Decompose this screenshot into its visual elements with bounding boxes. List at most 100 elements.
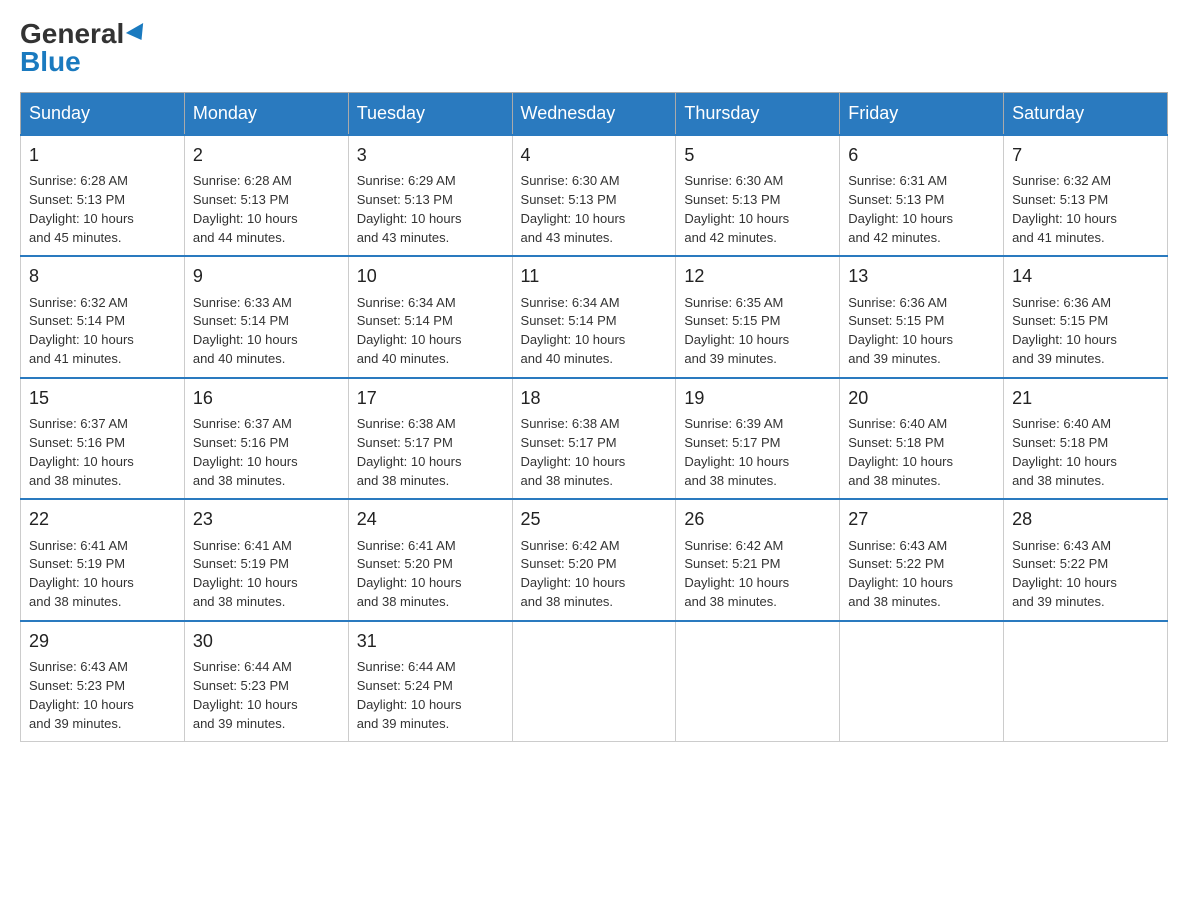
- week-row-5: 29 Sunrise: 6:43 AMSunset: 5:23 PMDaylig…: [21, 621, 1168, 742]
- day-number: 24: [357, 506, 504, 532]
- day-number: 28: [1012, 506, 1159, 532]
- day-number: 3: [357, 142, 504, 168]
- day-info: Sunrise: 6:39 AMSunset: 5:17 PMDaylight:…: [684, 416, 789, 488]
- day-number: 31: [357, 628, 504, 654]
- day-number: 1: [29, 142, 176, 168]
- calendar-cell: 31 Sunrise: 6:44 AMSunset: 5:24 PMDaylig…: [348, 621, 512, 742]
- calendar-cell: 1 Sunrise: 6:28 AMSunset: 5:13 PMDayligh…: [21, 135, 185, 256]
- day-info: Sunrise: 6:37 AMSunset: 5:16 PMDaylight:…: [29, 416, 134, 488]
- day-number: 6: [848, 142, 995, 168]
- calendar-cell: 4 Sunrise: 6:30 AMSunset: 5:13 PMDayligh…: [512, 135, 676, 256]
- day-info: Sunrise: 6:41 AMSunset: 5:19 PMDaylight:…: [193, 538, 298, 610]
- day-info: Sunrise: 6:31 AMSunset: 5:13 PMDaylight:…: [848, 173, 953, 245]
- logo-arrow-icon: [126, 23, 150, 45]
- day-number: 17: [357, 385, 504, 411]
- day-info: Sunrise: 6:38 AMSunset: 5:17 PMDaylight:…: [357, 416, 462, 488]
- calendar-cell: [1004, 621, 1168, 742]
- day-number: 25: [521, 506, 668, 532]
- calendar-cell: 29 Sunrise: 6:43 AMSunset: 5:23 PMDaylig…: [21, 621, 185, 742]
- day-number: 20: [848, 385, 995, 411]
- day-info: Sunrise: 6:43 AMSunset: 5:22 PMDaylight:…: [848, 538, 953, 610]
- day-number: 30: [193, 628, 340, 654]
- calendar-table: SundayMondayTuesdayWednesdayThursdayFrid…: [20, 92, 1168, 742]
- calendar-cell: 8 Sunrise: 6:32 AMSunset: 5:14 PMDayligh…: [21, 256, 185, 377]
- day-info: Sunrise: 6:40 AMSunset: 5:18 PMDaylight:…: [1012, 416, 1117, 488]
- calendar-cell: 30 Sunrise: 6:44 AMSunset: 5:23 PMDaylig…: [184, 621, 348, 742]
- calendar-cell: [840, 621, 1004, 742]
- week-row-2: 8 Sunrise: 6:32 AMSunset: 5:14 PMDayligh…: [21, 256, 1168, 377]
- header-friday: Friday: [840, 93, 1004, 136]
- calendar-cell: 14 Sunrise: 6:36 AMSunset: 5:15 PMDaylig…: [1004, 256, 1168, 377]
- day-info: Sunrise: 6:35 AMSunset: 5:15 PMDaylight:…: [684, 295, 789, 367]
- day-number: 21: [1012, 385, 1159, 411]
- header-saturday: Saturday: [1004, 93, 1168, 136]
- calendar-cell: 20 Sunrise: 6:40 AMSunset: 5:18 PMDaylig…: [840, 378, 1004, 499]
- day-number: 15: [29, 385, 176, 411]
- day-number: 26: [684, 506, 831, 532]
- day-info: Sunrise: 6:42 AMSunset: 5:20 PMDaylight:…: [521, 538, 626, 610]
- day-number: 29: [29, 628, 176, 654]
- week-row-4: 22 Sunrise: 6:41 AMSunset: 5:19 PMDaylig…: [21, 499, 1168, 620]
- calendar-cell: 21 Sunrise: 6:40 AMSunset: 5:18 PMDaylig…: [1004, 378, 1168, 499]
- calendar-cell: 7 Sunrise: 6:32 AMSunset: 5:13 PMDayligh…: [1004, 135, 1168, 256]
- day-number: 11: [521, 263, 668, 289]
- calendar-cell: [512, 621, 676, 742]
- calendar-cell: 6 Sunrise: 6:31 AMSunset: 5:13 PMDayligh…: [840, 135, 1004, 256]
- calendar-cell: 17 Sunrise: 6:38 AMSunset: 5:17 PMDaylig…: [348, 378, 512, 499]
- calendar-cell: 15 Sunrise: 6:37 AMSunset: 5:16 PMDaylig…: [21, 378, 185, 499]
- day-info: Sunrise: 6:41 AMSunset: 5:19 PMDaylight:…: [29, 538, 134, 610]
- day-number: 7: [1012, 142, 1159, 168]
- day-number: 27: [848, 506, 995, 532]
- day-number: 18: [521, 385, 668, 411]
- day-number: 16: [193, 385, 340, 411]
- day-info: Sunrise: 6:44 AMSunset: 5:24 PMDaylight:…: [357, 659, 462, 731]
- day-number: 13: [848, 263, 995, 289]
- day-info: Sunrise: 6:38 AMSunset: 5:17 PMDaylight:…: [521, 416, 626, 488]
- header-row: SundayMondayTuesdayWednesdayThursdayFrid…: [21, 93, 1168, 136]
- header-wednesday: Wednesday: [512, 93, 676, 136]
- calendar-cell: 13 Sunrise: 6:36 AMSunset: 5:15 PMDaylig…: [840, 256, 1004, 377]
- day-number: 14: [1012, 263, 1159, 289]
- calendar-cell: 19 Sunrise: 6:39 AMSunset: 5:17 PMDaylig…: [676, 378, 840, 499]
- day-info: Sunrise: 6:32 AMSunset: 5:14 PMDaylight:…: [29, 295, 134, 367]
- day-info: Sunrise: 6:33 AMSunset: 5:14 PMDaylight:…: [193, 295, 298, 367]
- logo-blue-text: Blue: [20, 48, 81, 76]
- calendar-cell: 9 Sunrise: 6:33 AMSunset: 5:14 PMDayligh…: [184, 256, 348, 377]
- logo: General Blue: [20, 20, 148, 76]
- calendar-cell: 16 Sunrise: 6:37 AMSunset: 5:16 PMDaylig…: [184, 378, 348, 499]
- calendar-cell: 12 Sunrise: 6:35 AMSunset: 5:15 PMDaylig…: [676, 256, 840, 377]
- day-number: 9: [193, 263, 340, 289]
- week-row-1: 1 Sunrise: 6:28 AMSunset: 5:13 PMDayligh…: [21, 135, 1168, 256]
- header-monday: Monday: [184, 93, 348, 136]
- day-info: Sunrise: 6:44 AMSunset: 5:23 PMDaylight:…: [193, 659, 298, 731]
- logo-general-text: General: [20, 20, 148, 48]
- day-number: 19: [684, 385, 831, 411]
- day-number: 10: [357, 263, 504, 289]
- week-row-3: 15 Sunrise: 6:37 AMSunset: 5:16 PMDaylig…: [21, 378, 1168, 499]
- day-number: 4: [521, 142, 668, 168]
- calendar-cell: 28 Sunrise: 6:43 AMSunset: 5:22 PMDaylig…: [1004, 499, 1168, 620]
- day-number: 22: [29, 506, 176, 532]
- calendar-cell: 3 Sunrise: 6:29 AMSunset: 5:13 PMDayligh…: [348, 135, 512, 256]
- day-info: Sunrise: 6:30 AMSunset: 5:13 PMDaylight:…: [684, 173, 789, 245]
- calendar-cell: 23 Sunrise: 6:41 AMSunset: 5:19 PMDaylig…: [184, 499, 348, 620]
- day-info: Sunrise: 6:34 AMSunset: 5:14 PMDaylight:…: [357, 295, 462, 367]
- day-info: Sunrise: 6:34 AMSunset: 5:14 PMDaylight:…: [521, 295, 626, 367]
- day-info: Sunrise: 6:36 AMSunset: 5:15 PMDaylight:…: [1012, 295, 1117, 367]
- calendar-cell: 10 Sunrise: 6:34 AMSunset: 5:14 PMDaylig…: [348, 256, 512, 377]
- calendar-cell: 25 Sunrise: 6:42 AMSunset: 5:20 PMDaylig…: [512, 499, 676, 620]
- calendar-cell: 5 Sunrise: 6:30 AMSunset: 5:13 PMDayligh…: [676, 135, 840, 256]
- day-info: Sunrise: 6:43 AMSunset: 5:22 PMDaylight:…: [1012, 538, 1117, 610]
- calendar-cell: 26 Sunrise: 6:42 AMSunset: 5:21 PMDaylig…: [676, 499, 840, 620]
- calendar-cell: 18 Sunrise: 6:38 AMSunset: 5:17 PMDaylig…: [512, 378, 676, 499]
- day-info: Sunrise: 6:37 AMSunset: 5:16 PMDaylight:…: [193, 416, 298, 488]
- day-info: Sunrise: 6:36 AMSunset: 5:15 PMDaylight:…: [848, 295, 953, 367]
- day-info: Sunrise: 6:30 AMSunset: 5:13 PMDaylight:…: [521, 173, 626, 245]
- day-number: 23: [193, 506, 340, 532]
- day-number: 8: [29, 263, 176, 289]
- day-info: Sunrise: 6:42 AMSunset: 5:21 PMDaylight:…: [684, 538, 789, 610]
- day-info: Sunrise: 6:32 AMSunset: 5:13 PMDaylight:…: [1012, 173, 1117, 245]
- calendar-cell: 24 Sunrise: 6:41 AMSunset: 5:20 PMDaylig…: [348, 499, 512, 620]
- header-thursday: Thursday: [676, 93, 840, 136]
- day-number: 5: [684, 142, 831, 168]
